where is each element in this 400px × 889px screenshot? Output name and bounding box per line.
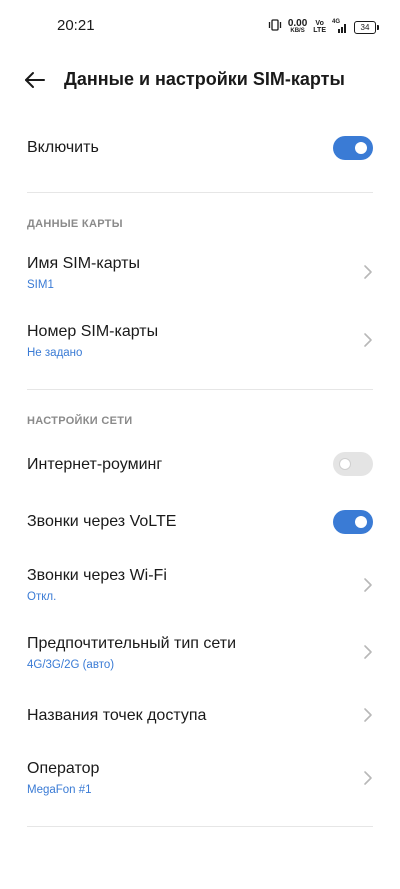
status-icons: 0.00 KB/S Vo LTE 4G 34 <box>268 17 379 37</box>
sim-name-value: SIM1 <box>27 279 54 291</box>
sim-settings-screen: 20:21 0.00 KB/S Vo LTE 4G 34 Данные и на… <box>0 0 400 889</box>
back-arrow-icon[interactable] <box>22 67 48 93</box>
page-title: Данные и настройки SIM-карты <box>64 69 345 89</box>
section-heading-network: НАСТРОЙКИ СЕТИ <box>27 415 133 427</box>
divider <box>27 389 373 390</box>
volte-indicator-bottom: LTE <box>313 27 326 34</box>
operator-value: MegaFon #1 <box>27 784 92 796</box>
wifi-calls-row[interactable]: Звонки через Wi-Fi Откл. <box>0 557 400 613</box>
network-type-value: 4G/3G/2G (авто) <box>27 659 115 671</box>
network-speed-value: 0.00 <box>287 17 308 29</box>
roaming-row[interactable]: Интернет-роуминг <box>0 442 400 488</box>
volte-row[interactable]: Звонки через VoLTE <box>0 498 400 546</box>
sim-number-label: Номер SIM-карты <box>27 323 159 340</box>
network-speed-unit: KB/S <box>290 27 305 34</box>
enable-sim-label: Включить <box>27 139 99 156</box>
chevron-right-icon <box>364 265 372 279</box>
divider <box>27 192 373 193</box>
operator-label: Оператор <box>27 760 100 777</box>
chevron-right-icon <box>364 771 372 785</box>
sim-name-label: Имя SIM-карты <box>27 255 141 272</box>
battery-level: 34 <box>360 22 370 32</box>
chevron-right-icon <box>364 645 372 659</box>
toggle-knob <box>355 142 367 154</box>
network-speed: 0.00 KB/S <box>287 17 308 35</box>
signal-icon: 4G <box>332 19 348 34</box>
divider <box>27 826 373 827</box>
volte-indicator-top: Vo <box>315 20 324 27</box>
operator-row[interactable]: Оператор MegaFon #1 <box>0 750 400 806</box>
sim-number-row[interactable]: Номер SIM-карты Не задано <box>0 312 400 368</box>
network-type-label: Предпочтительный тип сети <box>27 635 237 652</box>
sim-number-value: Не задано <box>27 347 83 359</box>
chevron-right-icon <box>364 708 372 722</box>
enable-sim-row[interactable]: Включить <box>0 122 400 176</box>
apn-row[interactable]: Названия точек доступа <box>0 692 400 740</box>
sim-name-row[interactable]: Имя SIM-карты SIM1 <box>0 244 400 300</box>
network-type-row[interactable]: Предпочтительный тип сети 4G/3G/2G (авто… <box>0 624 400 680</box>
status-time: 20:21 <box>57 17 95 34</box>
vibrate-icon <box>268 18 282 36</box>
wifi-calls-value: Откл. <box>27 591 57 603</box>
roaming-toggle[interactable] <box>333 452 373 476</box>
apn-label: Названия точек доступа <box>27 707 207 724</box>
toggle-knob <box>339 458 351 470</box>
wifi-calls-label: Звонки через Wi-Fi <box>27 567 167 584</box>
section-heading-card-data: ДАННЫЕ КАРТЫ <box>27 218 123 230</box>
volte-indicator: Vo LTE <box>313 20 326 34</box>
toggle-knob <box>355 516 367 528</box>
volte-label: Звонки через VoLTE <box>27 513 177 530</box>
status-bar: 20:21 0.00 KB/S Vo LTE 4G 34 <box>0 0 400 52</box>
enable-sim-toggle[interactable] <box>333 136 373 160</box>
roaming-label: Интернет-роуминг <box>27 456 163 473</box>
app-header: Данные и настройки SIM-карты <box>0 55 400 105</box>
chevron-right-icon <box>364 578 372 592</box>
chevron-right-icon <box>364 333 372 347</box>
volte-toggle[interactable] <box>333 510 373 534</box>
battery-icon: 34 <box>354 20 379 34</box>
